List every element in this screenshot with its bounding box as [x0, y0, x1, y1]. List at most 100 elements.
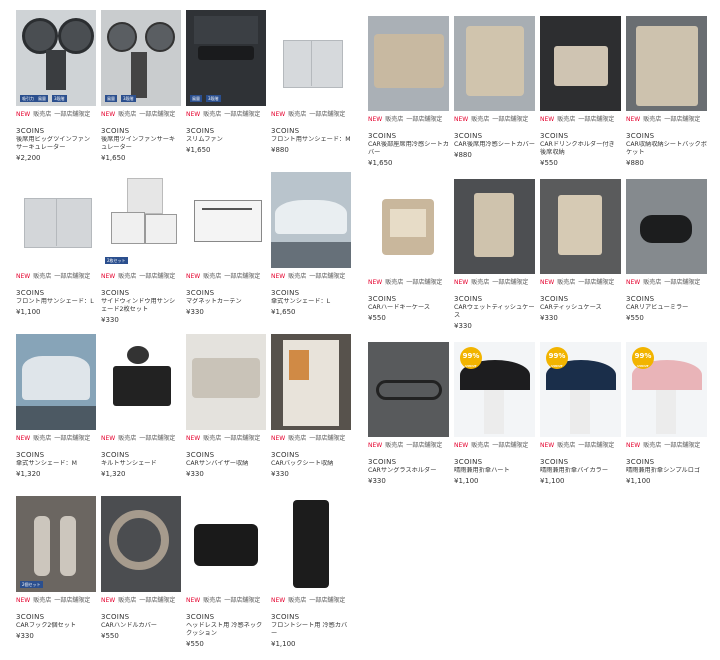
product-image[interactable] [186, 172, 266, 268]
tag-row: NEW 販売店 一部店舗限定 [271, 273, 351, 281]
tag-row: NEW 販売店 一部店舗限定 [16, 111, 96, 119]
product-name[interactable]: CARバックシート収納 [271, 460, 351, 468]
product-name[interactable]: 晴雨兼用折傘バイカラー [540, 467, 621, 475]
product-name[interactable]: サイドウィンドウ用サンシェード2枚セット [101, 298, 181, 314]
product-image[interactable] [186, 334, 266, 430]
product-image[interactable] [271, 172, 351, 268]
product-image[interactable] [186, 496, 266, 592]
product-name[interactable]: 傘式サンシェード：L [271, 298, 351, 306]
limited-tag: 一部店舗限定 [406, 279, 443, 286]
product-image[interactable]: 2個セット [16, 496, 96, 592]
product-card[interactable]: 風量 3段階 NEW 販売店 一部店舗限定 3COINS スリムファン ¥1,650 [186, 10, 266, 172]
product-name[interactable]: CARサングラスホルダー [368, 467, 449, 475]
product-name[interactable]: フロント用サンシェード：L [16, 298, 96, 306]
product-card[interactable]: NEW 販売店 一部店舗限定 3COINS CARバックシート収納 ¥330 [271, 334, 351, 496]
product-name[interactable]: CARリアビューミラー [626, 304, 707, 312]
product-image[interactable] [271, 10, 351, 106]
product-card[interactable]: NEW 販売店 一部店舗限定 3COINS CAR収納収納シートバックポケット ¥880 [626, 16, 707, 179]
product-card[interactable]: NEW 販売店 一部店舗限定 3COINS CARウェットティッシュケース ¥330 [454, 179, 535, 342]
product-card[interactable]: NEW 販売店 一部店舗限定 3COINS フロント用サンシェード：L ¥1,100 [16, 172, 96, 334]
product-image[interactable] [368, 179, 449, 274]
product-name[interactable]: 傘式サンシェード：M [16, 460, 96, 468]
product-name[interactable]: CAR後席用冷感シートカバー [454, 141, 535, 149]
product-card[interactable]: NEW 販売店 一部店舗限定 3COINS フロントシート用 冷感カバー ¥1,100 [271, 496, 351, 658]
product-name[interactable]: CARウェットティッシュケース [454, 304, 535, 320]
product-card[interactable]: NEW 販売店 一部店舗限定 3COINS CARサンバイザー収納 ¥330 [186, 334, 266, 496]
product-card[interactable]: NEW 販売店 一部店舗限定 3COINS CARリアビューミラー ¥550 [626, 179, 707, 342]
product-name[interactable]: ヘッドレスト用 冷感ネッククッション [186, 622, 266, 638]
product-name[interactable]: フロントシート用 冷感カバー [271, 622, 351, 638]
product-name[interactable]: CARサンバイザー収納 [186, 460, 266, 468]
product-price: ¥330 [368, 477, 386, 485]
product-image[interactable]: 風量 3段階 [186, 10, 266, 106]
product-card[interactable]: NEW 販売店 一部店舗限定 3COINS CARハードキーケース ¥550 [368, 179, 449, 342]
product-card[interactable]: 99% UVCUT NEW 販売店 一部店舗限定 3COINS 晴雨兼用折傘シンプルロゴ ¥1… [626, 342, 707, 505]
product-image[interactable] [454, 16, 535, 111]
product-brand: 3COINS [368, 295, 397, 303]
product-card[interactable]: NEW 販売店 一部店舗限定 3COINS CARティッシュケース ¥330 [540, 179, 621, 342]
product-card[interactable]: 2個セット NEW 販売店 一部店舗限定 3COINS CARフック2個セット ¥330 [16, 496, 96, 658]
product-card[interactable]: 風量 3段階 NEW 販売店 一部店舗限定 3COINS 後席用ツインファンサーキュレーター… [101, 10, 181, 172]
product-name[interactable]: CARフック2個セット [16, 622, 96, 630]
product-name[interactable]: 晴雨兼用折傘シンプルロゴ [626, 467, 707, 475]
product-card[interactable]: 2枚セット NEW 販売店 一部店舗限定 3COINS サイドウィンドウ用サンシェード2枚… [101, 172, 181, 334]
product-image[interactable]: 吸引力 風量 3段階 [16, 10, 96, 106]
product-name[interactable]: キルトサンシェード [101, 460, 181, 468]
product-image[interactable]: 2枚セット [101, 172, 181, 268]
product-name[interactable]: CARドリンクホルダー付き 後席収納 [540, 141, 621, 157]
product-card[interactable]: NEW 販売店 一部店舗限定 3COINS フロント用サンシェード：M ¥880 [271, 10, 351, 172]
limited-tag: 一部店舗限定 [309, 597, 346, 604]
product-name[interactable]: フロント用サンシェード：M [271, 136, 351, 144]
product-brand: 3COINS [271, 289, 300, 297]
product-image[interactable] [271, 334, 351, 430]
product-image[interactable]: 風量 3段階 [101, 10, 181, 106]
new-tag: NEW [540, 279, 555, 286]
product-name[interactable]: 晴雨兼用折傘ハート [454, 467, 535, 475]
product-image[interactable] [271, 496, 351, 592]
product-image[interactable] [626, 179, 707, 274]
product-card[interactable]: NEW 販売店 一部店舗限定 3COINS ヘッドレスト用 冷感ネッククッション ¥550 [186, 496, 266, 658]
product-image[interactable]: 99% UVCUT [540, 342, 621, 437]
product-name[interactable]: マグネットカーテン [186, 298, 266, 306]
store-tag: 販売店 [118, 597, 137, 604]
product-card[interactable]: NEW 販売店 一部店舗限定 3COINS CARサングラスホルダー ¥330 [368, 342, 449, 505]
product-card[interactable]: 99% UVCUT NEW 販売店 一部店舗限定 3COINS 晴雨兼用折傘バイカラー ¥1,… [540, 342, 621, 505]
product-image[interactable] [368, 342, 449, 437]
product-name[interactable]: CARティッシュケース [540, 304, 621, 312]
product-card[interactable]: NEW 販売店 一部店舗限定 3COINS マグネットカーテン ¥330 [186, 172, 266, 334]
product-image[interactable]: 99% UVCUT [626, 342, 707, 437]
product-card[interactable]: NEW 販売店 一部店舗限定 3COINS CAR後部座席用冷感シートカバー ¥1,650 [368, 16, 449, 179]
product-price: ¥1,650 [186, 146, 211, 154]
store-tag: 販売店 [471, 279, 490, 286]
product-image[interactable] [16, 334, 96, 430]
product-brand: 3COINS [368, 458, 397, 466]
product-image[interactable] [626, 16, 707, 111]
product-name[interactable]: CAR収納収納シートバックポケット [626, 141, 707, 157]
store-tag: 販売店 [288, 273, 307, 280]
product-name[interactable]: CARハードキーケース [368, 304, 449, 312]
product-card[interactable]: NEW 販売店 一部店舗限定 3COINS CARドリンクホルダー付き 後席収納 ¥550 [540, 16, 621, 179]
product-image[interactable] [101, 334, 181, 430]
product-image[interactable] [368, 16, 449, 111]
product-image[interactable]: 99% UVCUT [454, 342, 535, 437]
product-image[interactable] [540, 16, 621, 111]
product-card[interactable]: 99% UVCUT NEW 販売店 一部店舗限定 3COINS 晴雨兼用折傘ハート ¥1,10… [454, 342, 535, 505]
product-card[interactable]: NEW 販売店 一部店舗限定 3COINS CAR後席用冷感シートカバー ¥880 [454, 16, 535, 179]
product-image[interactable] [454, 179, 535, 274]
product-card[interactable]: NEW 販売店 一部店舗限定 3COINS キルトサンシェード ¥1,320 [101, 334, 181, 496]
product-price: ¥1,100 [454, 477, 479, 485]
product-image[interactable] [540, 179, 621, 274]
store-tag: 販売店 [557, 442, 576, 449]
product-card[interactable]: 吸引力 風量 3段階 NEW 販売店 一部店舗限定 3COINS 後席用ビッグツインファンサー… [16, 10, 96, 172]
product-card[interactable]: NEW 販売店 一部店舗限定 3COINS CARハンドルカバー ¥550 [101, 496, 181, 658]
product-card[interactable]: NEW 販売店 一部店舗限定 3COINS 傘式サンシェード：M ¥1,320 [16, 334, 96, 496]
product-name[interactable]: 後席用ツインファンサーキュレーター [101, 136, 181, 152]
product-name[interactable]: スリムファン [186, 136, 266, 144]
product-image[interactable] [101, 496, 181, 592]
product-name[interactable]: CARハンドルカバー [101, 622, 181, 630]
product-name[interactable]: 後席用ビッグツインファンサーキュレーター [16, 136, 96, 152]
product-image[interactable] [16, 172, 96, 268]
product-name[interactable]: CAR後部座席用冷感シートカバー [368, 141, 449, 157]
product-card[interactable]: NEW 販売店 一部店舗限定 3COINS 傘式サンシェード：L ¥1,650 [271, 172, 351, 334]
store-tag: 販売店 [118, 273, 137, 280]
